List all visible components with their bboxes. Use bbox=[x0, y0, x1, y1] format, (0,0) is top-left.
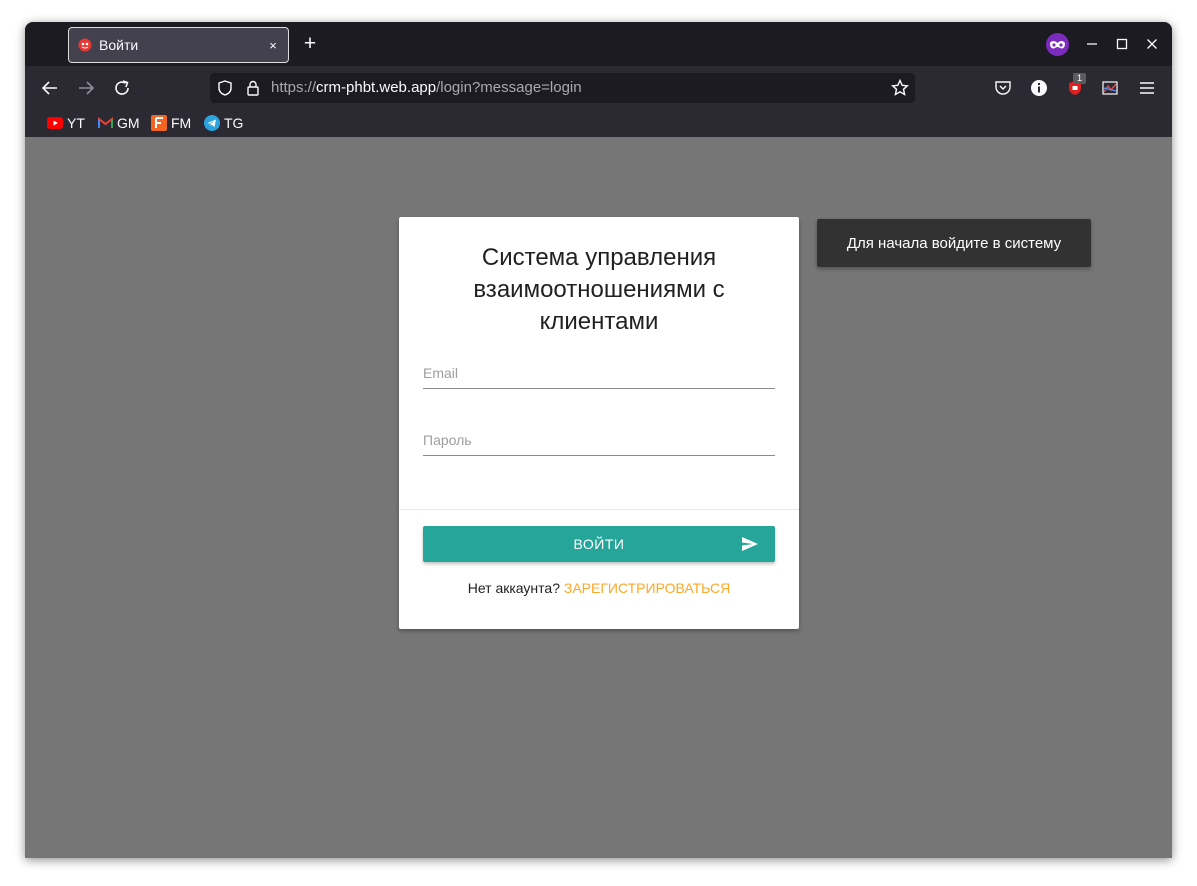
site-favicon-icon bbox=[78, 38, 92, 52]
extension-badge: 1 bbox=[1073, 73, 1086, 84]
bookmark-yt[interactable]: YT bbox=[47, 115, 85, 131]
close-window-icon[interactable] bbox=[1143, 35, 1161, 53]
address-bar[interactable]: https://crm-phbt.web.app/login?message=l… bbox=[210, 73, 915, 103]
email-input[interactable] bbox=[423, 359, 775, 387]
password-field bbox=[423, 426, 775, 456]
bookmark-star-icon[interactable] bbox=[891, 79, 909, 97]
signup-prompt: Нет аккаунта? ЗАРЕГИСТРИРОВАТЬСЯ bbox=[399, 580, 799, 596]
menu-icon[interactable] bbox=[1135, 76, 1159, 100]
bookmarks-toolbar: YT GM FM TG bbox=[25, 110, 1172, 137]
url-scheme: https:// bbox=[271, 79, 317, 96]
bookmark-label: GM bbox=[117, 115, 140, 131]
reload-icon[interactable] bbox=[110, 76, 134, 100]
telegram-icon bbox=[204, 115, 220, 131]
private-mask-icon[interactable] bbox=[1046, 33, 1069, 56]
login-button-label: ВОЙТИ bbox=[573, 536, 625, 552]
bookmark-tg[interactable]: TG bbox=[204, 115, 243, 131]
email-field bbox=[423, 359, 775, 389]
card-divider bbox=[399, 509, 799, 510]
browser-tab[interactable]: Войти × bbox=[68, 27, 289, 63]
login-card: Система управления взаимоотношениями с к… bbox=[399, 217, 799, 629]
maximize-icon[interactable] bbox=[1113, 35, 1131, 53]
url-path: /login?message=login bbox=[436, 79, 582, 96]
pocket-icon[interactable] bbox=[991, 76, 1015, 100]
bookmark-label: TG bbox=[224, 115, 244, 131]
tab-strip: Войти × + bbox=[25, 22, 1172, 66]
new-tab-button[interactable]: + bbox=[300, 33, 320, 54]
navigation-toolbar: https://crm-phbt.web.app/login?message=l… bbox=[25, 66, 1172, 110]
bookmark-label: YT bbox=[67, 115, 85, 131]
send-icon bbox=[742, 537, 758, 551]
password-input[interactable] bbox=[423, 426, 775, 454]
gmail-icon bbox=[97, 115, 113, 131]
login-title: Система управления взаимоотношениями с к… bbox=[473, 244, 725, 335]
browser-window: Войти × + https://crm-phbt.web.app/login… bbox=[25, 22, 1172, 858]
register-link[interactable]: ЗАРЕГИСТРИРОВАТЬСЯ bbox=[564, 580, 730, 596]
tracking-protection-icon[interactable] bbox=[217, 80, 233, 96]
forward-icon[interactable] bbox=[74, 76, 98, 100]
lock-icon[interactable] bbox=[245, 80, 261, 96]
page-content: Система управления взаимоотношениями с к… bbox=[25, 137, 1172, 858]
bookmark-fm[interactable]: FM bbox=[151, 115, 191, 131]
no-account-text: Нет аккаунта? bbox=[467, 580, 560, 596]
chart-extension-icon[interactable] bbox=[1098, 76, 1122, 100]
back-icon[interactable] bbox=[38, 76, 62, 100]
toast-message: Для начала войдите в систему bbox=[817, 219, 1091, 267]
fm-icon bbox=[151, 115, 167, 131]
tab-close-icon[interactable]: × bbox=[258, 38, 288, 53]
bookmark-label: FM bbox=[171, 115, 192, 131]
login-button[interactable]: ВОЙТИ bbox=[423, 526, 775, 562]
url-host: crm-phbt.web.app bbox=[316, 79, 437, 96]
info-extension-icon[interactable] bbox=[1027, 76, 1051, 100]
minimize-icon[interactable] bbox=[1083, 35, 1101, 53]
bookmark-gm[interactable]: GM bbox=[97, 115, 140, 131]
youtube-icon bbox=[47, 115, 63, 131]
tab-title: Войти bbox=[99, 37, 139, 53]
url-text: https://crm-phbt.web.app/login?message=l… bbox=[271, 79, 582, 96]
